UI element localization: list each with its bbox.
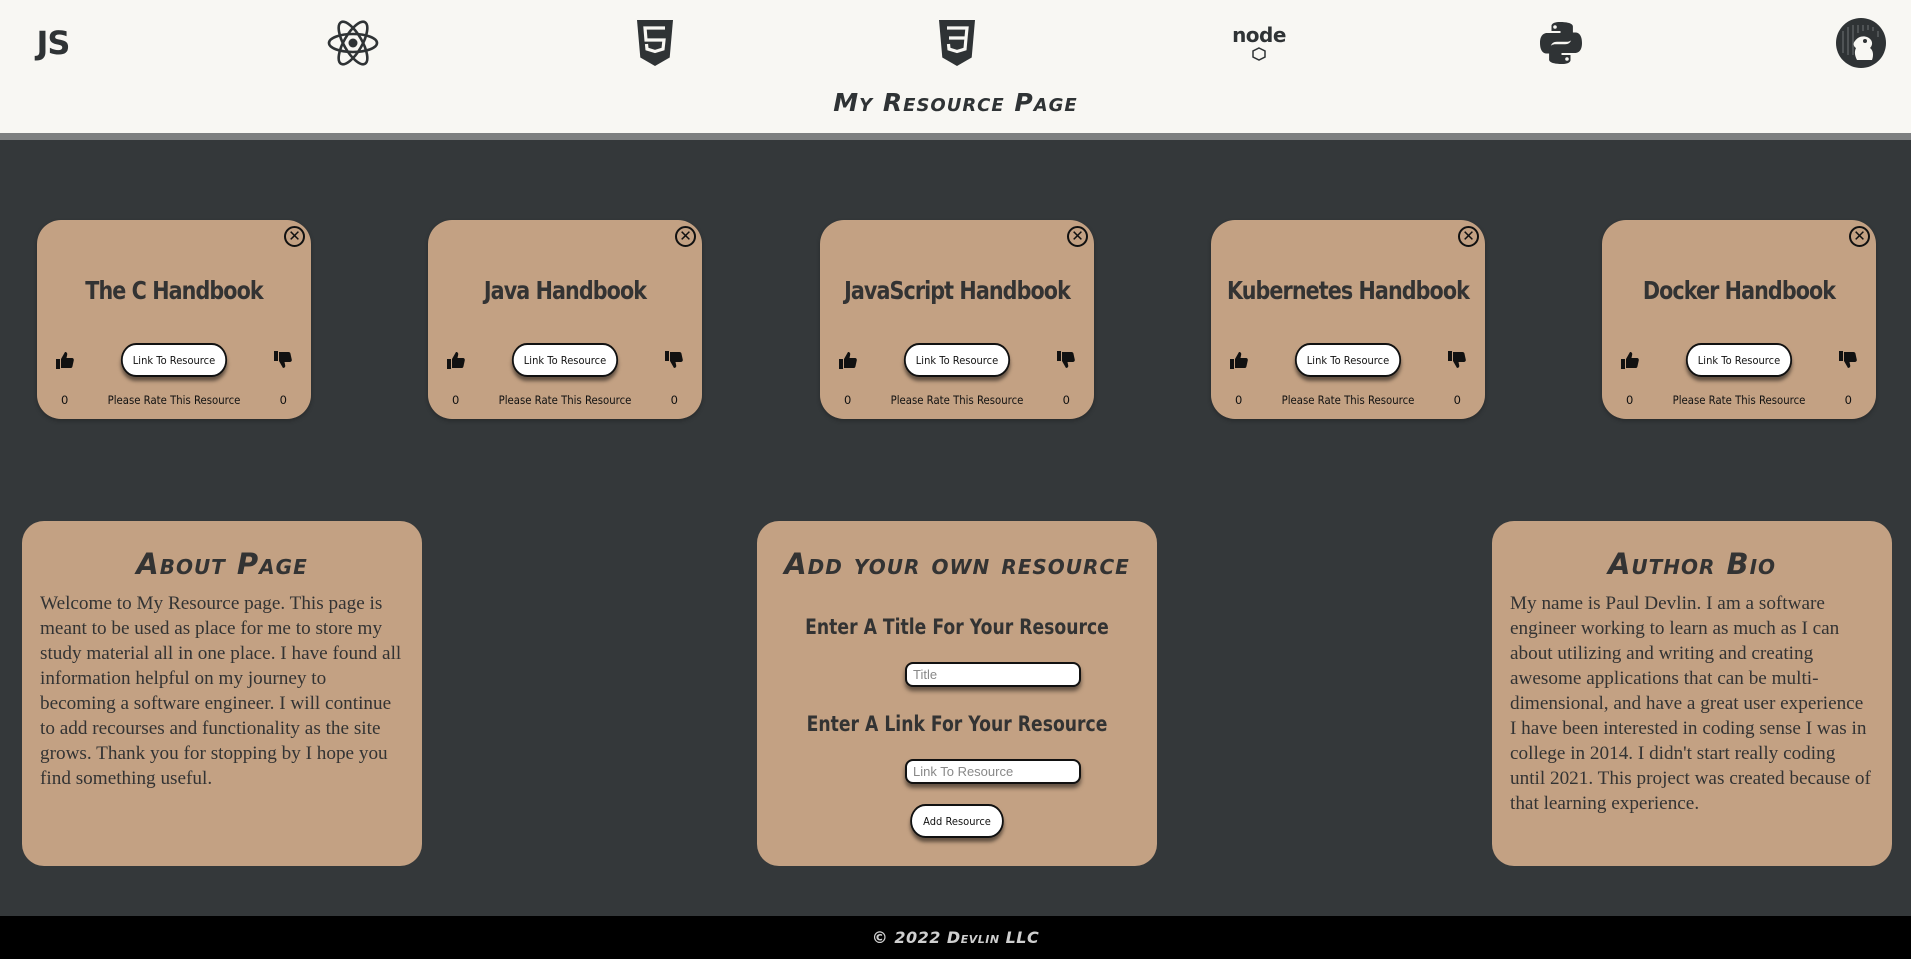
- resource-card: ✕ Kubernetes Handbook Link To Resource 0…: [1211, 220, 1485, 419]
- title-field-label: Enter A Title For Your Resource: [805, 615, 1109, 639]
- author-bio-text: My name is Paul Devlin. I am a software …: [1510, 593, 1871, 814]
- rate-prompt: Please Rate This Resource: [498, 393, 632, 407]
- close-icon[interactable]: ✕: [1067, 226, 1088, 247]
- rate-prompt: Please Rate This Resource: [890, 393, 1024, 407]
- react-logo-icon[interactable]: [326, 16, 380, 70]
- rate-prompt: Please Rate This Resource: [1281, 393, 1415, 407]
- close-icon[interactable]: ✕: [1458, 226, 1479, 247]
- thumbs-down-icon[interactable]: [664, 350, 684, 370]
- nodejs-logo-text: node: [1232, 23, 1286, 47]
- about-heading: About Page: [136, 547, 308, 581]
- link-to-resource-button[interactable]: Link To Resource: [511, 343, 619, 377]
- dislike-count: 0: [1844, 393, 1852, 407]
- dislike-count: 0: [670, 393, 678, 407]
- thumbs-up-icon[interactable]: [55, 350, 75, 370]
- html5-logo-icon[interactable]: [628, 16, 682, 70]
- dislike-count: 0: [1062, 393, 1070, 407]
- author-bio-panel: Author Bio My name is Paul Devlin. I am …: [1492, 521, 1892, 866]
- add-resource-panel: Add your own resource Enter A Title For …: [757, 521, 1157, 866]
- resource-title: Docker Handbook: [1642, 276, 1836, 305]
- resource-title: JavaScript Handbook: [844, 276, 1071, 305]
- title-input[interactable]: [905, 662, 1081, 687]
- dislike-count: 0: [279, 393, 287, 407]
- about-text: Welcome to My Resource page. This page i…: [40, 593, 402, 789]
- about-panel: About Page Welcome to My Resource page. …: [22, 521, 422, 866]
- nodejs-logo-icon[interactable]: node: [1232, 16, 1286, 70]
- close-icon[interactable]: ✕: [284, 226, 305, 247]
- link-to-resource-button[interactable]: Link To Resource: [1294, 343, 1402, 377]
- javascript-logo-text: JS: [36, 24, 71, 62]
- link-to-resource-button[interactable]: Link To Resource: [1685, 343, 1793, 377]
- thumbs-down-icon[interactable]: [1447, 350, 1467, 370]
- link-to-resource-button[interactable]: Link To Resource: [903, 343, 1011, 377]
- rate-prompt: Please Rate This Resource: [1672, 393, 1806, 407]
- css3-logo-icon[interactable]: [930, 16, 984, 70]
- thumbs-up-icon[interactable]: [1620, 350, 1640, 370]
- link-input[interactable]: [905, 759, 1081, 784]
- add-resource-button[interactable]: Add Resource: [910, 804, 1004, 838]
- python-logo-icon[interactable]: [1534, 16, 1588, 70]
- link-to-resource-button[interactable]: Link To Resource: [120, 343, 228, 377]
- close-icon[interactable]: ✕: [1849, 226, 1870, 247]
- site-header: JS node My Resource Page: [0, 0, 1911, 140]
- resource-card: ✕ JavaScript Handbook Link To Resource 0…: [820, 220, 1094, 419]
- resource-title: Java Handbook: [483, 276, 647, 305]
- rate-prompt: Please Rate This Resource: [107, 393, 241, 407]
- page-title: My Resource Page: [833, 88, 1078, 117]
- resource-card: ✕ Docker Handbook Link To Resource 0 Ple…: [1602, 220, 1876, 419]
- resource-title: The C Handbook: [85, 276, 263, 305]
- thumbs-down-icon[interactable]: [1056, 350, 1076, 370]
- thumbs-up-icon[interactable]: [1229, 350, 1249, 370]
- resource-card: ✕ The C Handbook Link To Resource 0 Plea…: [37, 220, 311, 419]
- author-bio-heading: Author Bio: [1607, 547, 1777, 581]
- dislike-count: 0: [1453, 393, 1461, 407]
- thumbs-down-icon[interactable]: [273, 350, 293, 370]
- thumbs-up-icon[interactable]: [446, 350, 466, 370]
- link-field-label: Enter A Link For Your Resource: [806, 712, 1108, 736]
- copyright-text: © 2022 Devlin LLC: [871, 928, 1040, 947]
- close-icon[interactable]: ✕: [675, 226, 696, 247]
- docker-logo-icon[interactable]: [1834, 16, 1888, 70]
- thumbs-up-icon[interactable]: [838, 350, 858, 370]
- site-footer: © 2022 Devlin LLC: [0, 916, 1911, 959]
- thumbs-down-icon[interactable]: [1838, 350, 1858, 370]
- javascript-logo-icon[interactable]: JS: [26, 16, 80, 70]
- resource-title: Kubernetes Handbook: [1226, 276, 1470, 305]
- add-resource-heading: Add your own resource: [784, 547, 1130, 581]
- resource-card: ✕ Java Handbook Link To Resource 0 Pleas…: [428, 220, 702, 419]
